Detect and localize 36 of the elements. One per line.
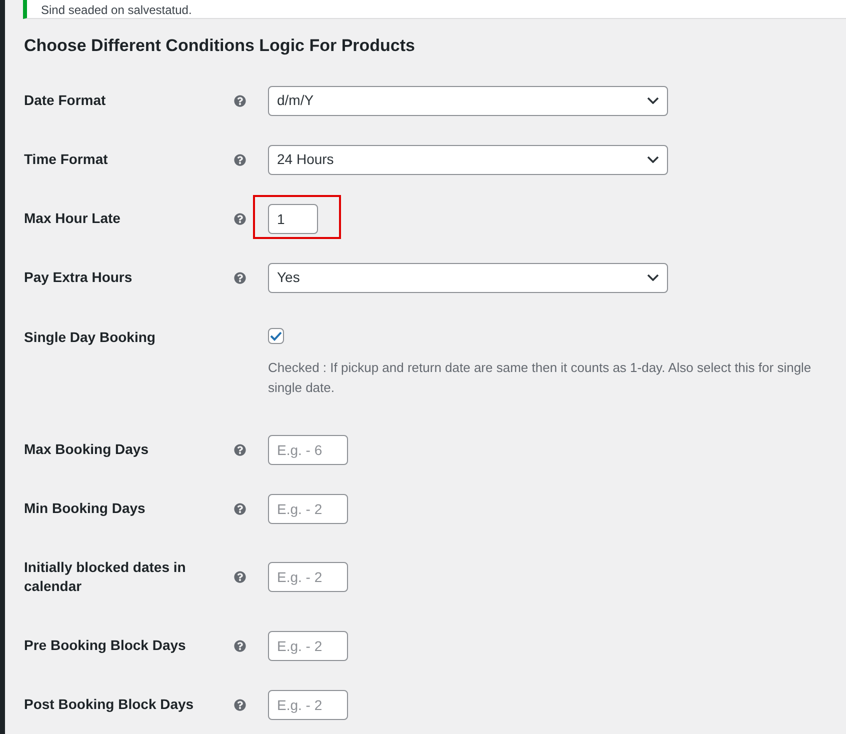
help-icon[interactable]: [234, 444, 246, 456]
select-dropdown[interactable]: d/m/Y: [268, 86, 668, 116]
field-label: Pay Extra Hours: [24, 268, 134, 287]
notice-text: Sind seaded on salvestatud.: [41, 2, 192, 18]
select-dropdown[interactable]: 24 Hours: [268, 144, 668, 174]
number-field[interactable]: 1: [268, 204, 318, 234]
description-text: Checked : If pickup and return date are same then it counts as 1-day. Also select this for single single date.: [268, 359, 812, 397]
help-icon[interactable]: [234, 640, 246, 652]
number-field[interactable]: E.g. - 6: [268, 434, 348, 464]
field-label: Post Booking Block Days: [24, 695, 195, 714]
section-title: Choose Different Conditions Logic For Products: [24, 36, 416, 56]
field-label: Min Booking Days: [24, 499, 146, 518]
help-icon[interactable]: [234, 698, 246, 710]
help-icon[interactable]: [234, 502, 246, 514]
chevron-down-icon: [647, 97, 659, 104]
help-icon[interactable]: [234, 571, 246, 583]
checkmark-icon: [270, 331, 282, 341]
field-label: Pre Booking Block Days: [24, 636, 187, 655]
field-label: Date Format: [24, 91, 107, 110]
field-label: Max Booking Days: [24, 440, 150, 459]
number-field[interactable]: E.g. - 2: [268, 630, 348, 660]
field-label: Single Day Booking: [24, 328, 156, 347]
number-field[interactable]: E.g. - 2: [268, 690, 348, 720]
help-icon[interactable]: [234, 212, 246, 224]
chevron-down-icon: [647, 274, 659, 281]
help-icon[interactable]: [234, 154, 246, 166]
help-icon[interactable]: [234, 94, 246, 106]
select-dropdown[interactable]: Yes: [268, 262, 668, 292]
number-field[interactable]: E.g. - 2: [268, 494, 348, 524]
field-label: Max Hour Late: [24, 209, 122, 228]
help-icon[interactable]: [234, 272, 246, 284]
checkbox[interactable]: [268, 328, 284, 344]
number-field[interactable]: E.g. - 2: [268, 562, 348, 592]
field-label: Initially blocked dates in calendar: [24, 558, 187, 596]
field-label: Time Format: [24, 150, 109, 169]
chevron-down-icon: [647, 156, 659, 163]
